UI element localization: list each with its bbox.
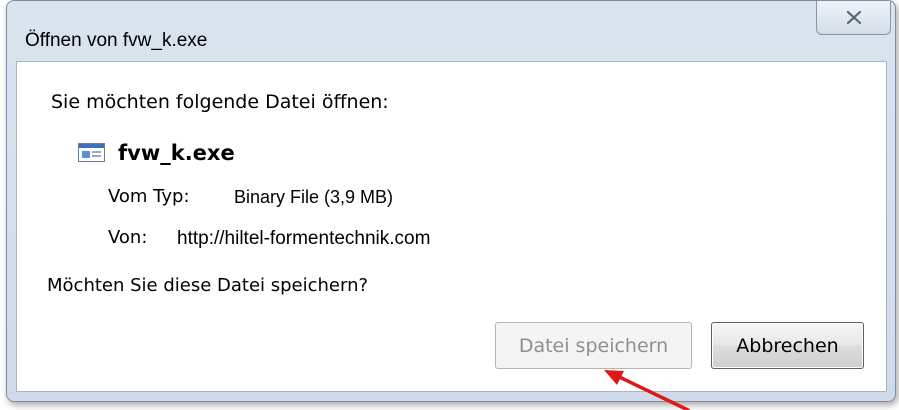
file-source-label: Von: bbox=[108, 227, 148, 248]
executable-file-icon bbox=[78, 143, 105, 162]
close-icon bbox=[846, 11, 861, 24]
dialog-title: Öffnen von fvw_k.exe bbox=[25, 30, 208, 51]
title-bar[interactable]: Öffnen von fvw_k.exe bbox=[7, 1, 895, 51]
cancel-button[interactable]: Abbrechen bbox=[711, 322, 864, 369]
file-source-url: http://hiltel-formentechnik.com bbox=[177, 228, 431, 249]
open-prompt: Sie möchten folgende Datei öffnen: bbox=[51, 91, 389, 113]
file-name: fvw_k.exe bbox=[118, 141, 235, 165]
close-button[interactable] bbox=[816, 1, 891, 35]
save-file-button[interactable]: Datei speichern bbox=[495, 322, 692, 369]
save-question: Möchten Sie diese Datei speichern? bbox=[47, 275, 369, 296]
dialog-content: Sie möchten folgende Datei öffnen: fvw_k… bbox=[16, 61, 887, 392]
download-dialog: Öffnen von fvw_k.exe Sie möchten folgend… bbox=[6, 0, 896, 402]
file-type-label: Vom Typ: bbox=[108, 186, 190, 207]
file-type-value: Binary File (3,9 MB) bbox=[234, 187, 394, 207]
